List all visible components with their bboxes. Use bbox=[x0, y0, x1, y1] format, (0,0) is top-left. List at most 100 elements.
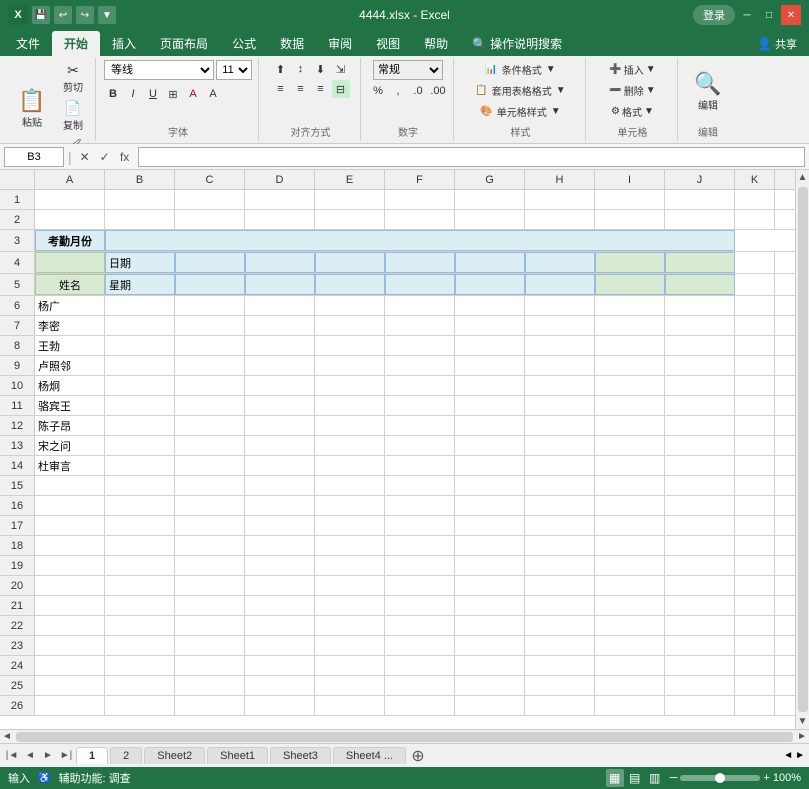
cell-i5[interactable] bbox=[595, 274, 665, 295]
formula-fx-btn[interactable]: fx bbox=[116, 148, 134, 166]
cell-j13[interactable] bbox=[665, 436, 735, 455]
cell-d1[interactable] bbox=[245, 190, 315, 209]
col-header-b[interactable]: B bbox=[105, 170, 175, 189]
cell-h14[interactable] bbox=[525, 456, 595, 475]
cell-k9[interactable] bbox=[735, 356, 775, 375]
cell-e11[interactable] bbox=[315, 396, 385, 415]
scroll-up-btn[interactable]: ▲ bbox=[798, 172, 808, 183]
paste-btn[interactable]: 📋 粘贴 bbox=[10, 79, 54, 139]
cell-i1[interactable] bbox=[595, 190, 665, 209]
cell-h9[interactable] bbox=[525, 356, 595, 375]
cell-i13[interactable] bbox=[595, 436, 665, 455]
add-sheet-btn[interactable]: ⊕ bbox=[408, 746, 428, 766]
cell-i12[interactable] bbox=[595, 416, 665, 435]
cell-h8[interactable] bbox=[525, 336, 595, 355]
sheet-scroll-right[interactable]: ► bbox=[795, 750, 805, 761]
h-scroll-thumb[interactable] bbox=[16, 732, 793, 742]
format-cells-btn[interactable]: ⚙格式▼ bbox=[607, 102, 658, 121]
cell-c14[interactable] bbox=[175, 456, 245, 475]
cell-e14[interactable] bbox=[315, 456, 385, 475]
cell-h11[interactable] bbox=[525, 396, 595, 415]
cell-b6[interactable] bbox=[105, 296, 175, 315]
align-right-btn[interactable]: ≡ bbox=[312, 80, 330, 98]
sheet-tab-sheet4[interactable]: Sheet4 ... bbox=[333, 747, 406, 764]
cell-a14[interactable]: 杜审言 bbox=[35, 456, 105, 475]
cell-j1[interactable] bbox=[665, 190, 735, 209]
align-top-btn[interactable]: ⬆ bbox=[272, 60, 290, 78]
close-btn[interactable]: ✕ bbox=[781, 5, 801, 25]
col-header-h[interactable]: H bbox=[525, 170, 595, 189]
table-format-btn[interactable]: 📋套用表格格式▼ bbox=[471, 81, 569, 100]
save-quick-btn[interactable]: 💾 bbox=[32, 6, 50, 24]
sheet-tab-sheet1[interactable]: Sheet1 bbox=[207, 747, 268, 764]
delete-cells-btn[interactable]: ➖删除▼ bbox=[605, 81, 659, 100]
cell-e7[interactable] bbox=[315, 316, 385, 335]
cell-styles-btn[interactable]: 🎨单元格样式▼ bbox=[476, 102, 564, 121]
align-center-btn[interactable]: ≡ bbox=[292, 80, 310, 98]
cell-e8[interactable] bbox=[315, 336, 385, 355]
view-layout-btn[interactable]: ▤ bbox=[626, 769, 644, 787]
scroll-right-btn[interactable]: ► bbox=[797, 731, 807, 742]
cell-e13[interactable] bbox=[315, 436, 385, 455]
cell-b11[interactable] bbox=[105, 396, 175, 415]
cell-g1[interactable] bbox=[455, 190, 525, 209]
align-middle-btn[interactable]: ↕ bbox=[292, 60, 310, 78]
cell-h4[interactable] bbox=[525, 252, 595, 273]
cell-g9[interactable] bbox=[455, 356, 525, 375]
cell-b2[interactable] bbox=[105, 210, 175, 229]
cell-j8[interactable] bbox=[665, 336, 735, 355]
cell-k8[interactable] bbox=[735, 336, 775, 355]
italic-btn[interactable]: I bbox=[124, 85, 142, 103]
cell-g5[interactable] bbox=[455, 274, 525, 295]
cell-d14[interactable] bbox=[245, 456, 315, 475]
tab-home[interactable]: 开始 bbox=[52, 31, 100, 56]
cell-j14[interactable] bbox=[665, 456, 735, 475]
cell-c10[interactable] bbox=[175, 376, 245, 395]
cell-a3[interactable]: 考勤月份 bbox=[35, 230, 105, 251]
cell-d9[interactable] bbox=[245, 356, 315, 375]
insert-cells-btn[interactable]: ➕插入▼ bbox=[605, 60, 659, 79]
cell-k10[interactable] bbox=[735, 376, 775, 395]
cell-c5[interactable] bbox=[175, 274, 245, 295]
cell-g4[interactable] bbox=[455, 252, 525, 273]
cell-h12[interactable] bbox=[525, 416, 595, 435]
cell-j7[interactable] bbox=[665, 316, 735, 335]
tab-review[interactable]: 审阅 bbox=[316, 31, 364, 56]
cell-g13[interactable] bbox=[455, 436, 525, 455]
cell-g7[interactable] bbox=[455, 316, 525, 335]
corner-cell[interactable] bbox=[0, 170, 35, 189]
cell-g8[interactable] bbox=[455, 336, 525, 355]
cell-g10[interactable] bbox=[455, 376, 525, 395]
sheet-scroll-left[interactable]: ◄ bbox=[783, 750, 793, 761]
sheet-nav-last[interactable]: ►| bbox=[58, 748, 74, 764]
tab-data[interactable]: 数据 bbox=[268, 31, 316, 56]
cell-j5[interactable] bbox=[665, 274, 735, 295]
cell-e2[interactable] bbox=[315, 210, 385, 229]
cell-d10[interactable] bbox=[245, 376, 315, 395]
cell-g11[interactable] bbox=[455, 396, 525, 415]
cell-j10[interactable] bbox=[665, 376, 735, 395]
tab-formula[interactable]: 公式 bbox=[220, 31, 268, 56]
percent-btn[interactable]: % bbox=[369, 82, 387, 100]
cell-f11[interactable] bbox=[385, 396, 455, 415]
cell-g12[interactable] bbox=[455, 416, 525, 435]
cell-i7[interactable] bbox=[595, 316, 665, 335]
cell-d4[interactable] bbox=[245, 252, 315, 273]
fill-color-btn[interactable]: A bbox=[184, 85, 202, 103]
col-header-c[interactable]: C bbox=[175, 170, 245, 189]
tab-help[interactable]: 帮助 bbox=[412, 31, 460, 56]
cell-f6[interactable] bbox=[385, 296, 455, 315]
cell-i2[interactable] bbox=[595, 210, 665, 229]
cell-h5[interactable] bbox=[525, 274, 595, 295]
cell-b1[interactable] bbox=[105, 190, 175, 209]
cell-c13[interactable] bbox=[175, 436, 245, 455]
cell-b14[interactable] bbox=[105, 456, 175, 475]
cell-d5[interactable] bbox=[245, 274, 315, 295]
cell-j12[interactable] bbox=[665, 416, 735, 435]
cell-h1[interactable] bbox=[525, 190, 595, 209]
sheet-tab-1[interactable]: 1 bbox=[76, 747, 108, 764]
col-header-i[interactable]: I bbox=[595, 170, 665, 189]
tab-page-layout[interactable]: 页面布局 bbox=[148, 31, 220, 56]
cell-k14[interactable] bbox=[735, 456, 775, 475]
cell-a13[interactable]: 宋之问 bbox=[35, 436, 105, 455]
